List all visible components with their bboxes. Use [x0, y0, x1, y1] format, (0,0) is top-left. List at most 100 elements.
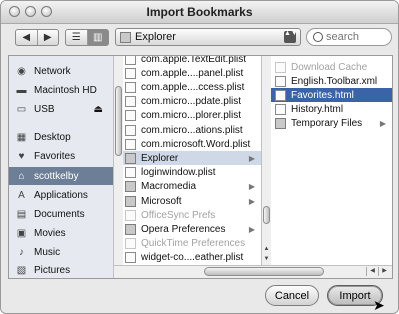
back-forward-control: ◀ ▶: [15, 29, 59, 46]
search-field[interactable]: [306, 28, 392, 46]
column-1-item[interactable]: com.apple....panel.plist: [121, 66, 261, 80]
sidebar-item-desktop[interactable]: ▦ Desktop: [9, 128, 113, 146]
sidebar-item-label: USB: [34, 103, 55, 115]
file-icon: [125, 252, 136, 264]
sidebar-item-favorites[interactable]: ♥ Favorites: [9, 147, 113, 165]
folder-icon: [125, 223, 136, 235]
item-label: Opera Preferences: [141, 223, 226, 235]
item-label: com.apple....panel.plist: [141, 67, 244, 79]
scroll-up-arrow-icon[interactable]: ▲: [263, 246, 270, 255]
import-bookmarks-dialog: Import Bookmarks ◀ ▶ ☰ ▥ Explorer ▲▼ ◉ Ne…: [0, 0, 399, 314]
column-1-item[interactable]: QuickTime Preferences: [121, 237, 261, 251]
sidebar-item-scottkelby[interactable]: ⌂ scottkelby: [9, 167, 113, 185]
column-1-item[interactable]: com.apple.TextEdit.plist: [121, 56, 261, 66]
popup-arrows-icon: ▲▼: [284, 30, 298, 43]
folder-icon: [275, 118, 286, 130]
search-icon: [313, 32, 323, 42]
item-label: History.html: [291, 104, 344, 116]
scroll-down-arrow-icon[interactable]: ▼: [263, 256, 270, 265]
item-label: English.Toolbar.xml: [291, 75, 378, 87]
pictures-icon: ▧: [16, 264, 27, 276]
column-1-item[interactable]: com.apple....ccess.plist: [121, 80, 261, 94]
file-icon: [125, 96, 136, 108]
scroll-left-arrow-icon[interactable]: ◀: [366, 267, 378, 276]
column-2-item[interactable]: Download Cache: [271, 60, 392, 74]
item-label: widget-co....eather.plist: [141, 252, 244, 264]
file-icon: [125, 81, 136, 93]
location-label: Explorer: [135, 31, 176, 43]
harddisk-icon: ▬: [16, 84, 27, 96]
column-1-item[interactable]: com.micro...pdate.plist: [121, 95, 261, 109]
item-label: com.apple.TextEdit.plist: [141, 56, 247, 65]
column-1-item[interactable]: com.micro...ations.plist: [121, 123, 261, 137]
item-label: com.micro...pdate.plist: [141, 96, 242, 108]
search-input[interactable]: [326, 31, 388, 43]
column-2-scroll-thumb[interactable]: [263, 206, 270, 224]
cancel-button[interactable]: Cancel: [265, 285, 319, 306]
scroll-right-arrow-icon[interactable]: ▶: [378, 267, 390, 276]
folder-icon: [125, 152, 136, 164]
column-1-item[interactable]: com.micro...plorer.plist: [121, 109, 261, 123]
column-1-item[interactable]: OfficeSync Prefs: [121, 208, 261, 222]
column-1-item[interactable]: widget-co....eather.plist: [121, 251, 261, 265]
chevron-right-icon: ▶: [248, 224, 255, 234]
column-2-item[interactable]: Favorites.html: [271, 88, 392, 103]
file-browser: ◉ Network ▬ Macintosh HD ▭ USB ⏏ ▦ Desktop ♥ Favor…: [8, 55, 393, 279]
item-label: com.apple....ccess.plist: [141, 81, 245, 93]
eject-icon[interactable]: ⏏: [94, 104, 103, 115]
item-label: QuickTime Preferences: [141, 238, 246, 250]
column-1-item[interactable]: Opera Preferences ▶: [121, 222, 261, 236]
toolbar: ◀ ▶ ☰ ▥ Explorer ▲▼: [1, 24, 398, 52]
column-1-item[interactable]: com.microsoft.Word.plist: [121, 137, 261, 151]
view-mode-control: ☰ ▥: [65, 29, 109, 46]
sidebar-item-label: Pictures: [34, 264, 71, 276]
back-button[interactable]: ◀: [16, 30, 37, 45]
sidebar-item-label: Desktop: [34, 131, 71, 143]
column-1-item[interactable]: loginwindow.plist: [121, 166, 261, 180]
desktop-icon: ▦: [16, 131, 27, 143]
sidebar-item-label: scottkelby: [34, 170, 79, 182]
sidebar-item-label: Movies: [34, 227, 66, 239]
column-2-scrollbar[interactable]: ▲ ▼: [261, 56, 271, 278]
file-icon: [125, 124, 136, 136]
column-1-item[interactable]: Explorer ▶: [121, 151, 261, 166]
sidebar-item-macintosh-hd[interactable]: ▬ Macintosh HD: [9, 81, 113, 99]
forward-button[interactable]: ▶: [36, 30, 59, 45]
globe-icon: ◉: [17, 65, 26, 77]
sidebar: ◉ Network ▬ Macintosh HD ▭ USB ⏏ ▦ Desktop ♥ Favor…: [9, 56, 114, 278]
forward-arrow-icon: ▶: [43, 32, 52, 43]
file-icon: [125, 138, 136, 150]
chevron-right-icon: ▶: [248, 153, 255, 163]
column-1-scrollbar[interactable]: [113, 56, 123, 278]
sidebar-item-network[interactable]: ◉ Network: [9, 62, 113, 80]
sidebar-item-movies[interactable]: ▣ Movies: [9, 224, 113, 242]
sidebar-item-applications[interactable]: A Applications: [9, 186, 113, 204]
sidebar-item-label: Music: [34, 246, 61, 258]
column-2-item[interactable]: Temporary Files ▶: [271, 117, 392, 131]
sidebar-item-music[interactable]: ♪ Music: [9, 243, 113, 261]
column-2-item[interactable]: English.Toolbar.xml: [271, 74, 392, 88]
column-1-scroll-thumb[interactable]: [115, 86, 122, 156]
sidebar-item-documents[interactable]: ▤ Documents: [9, 205, 113, 223]
chevron-right-icon: ▶: [379, 119, 386, 129]
window-title: Import Bookmarks: [146, 5, 253, 19]
item-label: Macromedia: [141, 181, 197, 193]
column-1-item[interactable]: Macromedia ▶: [121, 180, 261, 194]
sidebar-item-usb[interactable]: ▭ USB ⏏: [9, 100, 113, 118]
column-1-item[interactable]: Microsoft ▶: [121, 194, 261, 208]
column-view-icon: ▥: [93, 32, 103, 43]
location-popup[interactable]: Explorer ▲▼: [115, 28, 301, 46]
horizontal-scroll-thumb[interactable]: [204, 267, 324, 276]
file-icon: [125, 238, 136, 250]
column-1: com.apple.TextEdit.plist com.apple....pan…: [121, 56, 261, 278]
chevron-right-icon: ▶: [248, 196, 255, 206]
sidebar-item-label: Documents: [34, 208, 85, 220]
sidebar-item-label: Favorites: [34, 150, 76, 162]
applications-icon: A: [18, 189, 25, 201]
column-2-item[interactable]: History.html: [271, 103, 392, 117]
horizontal-scrollbar[interactable]: ◀ ▶: [114, 265, 392, 278]
sidebar-item-label: Applications: [34, 189, 88, 201]
column-view-button[interactable]: ▥: [86, 30, 108, 45]
list-view-button[interactable]: ☰: [66, 30, 87, 45]
sidebar-item-pictures[interactable]: ▧ Pictures: [9, 261, 113, 279]
